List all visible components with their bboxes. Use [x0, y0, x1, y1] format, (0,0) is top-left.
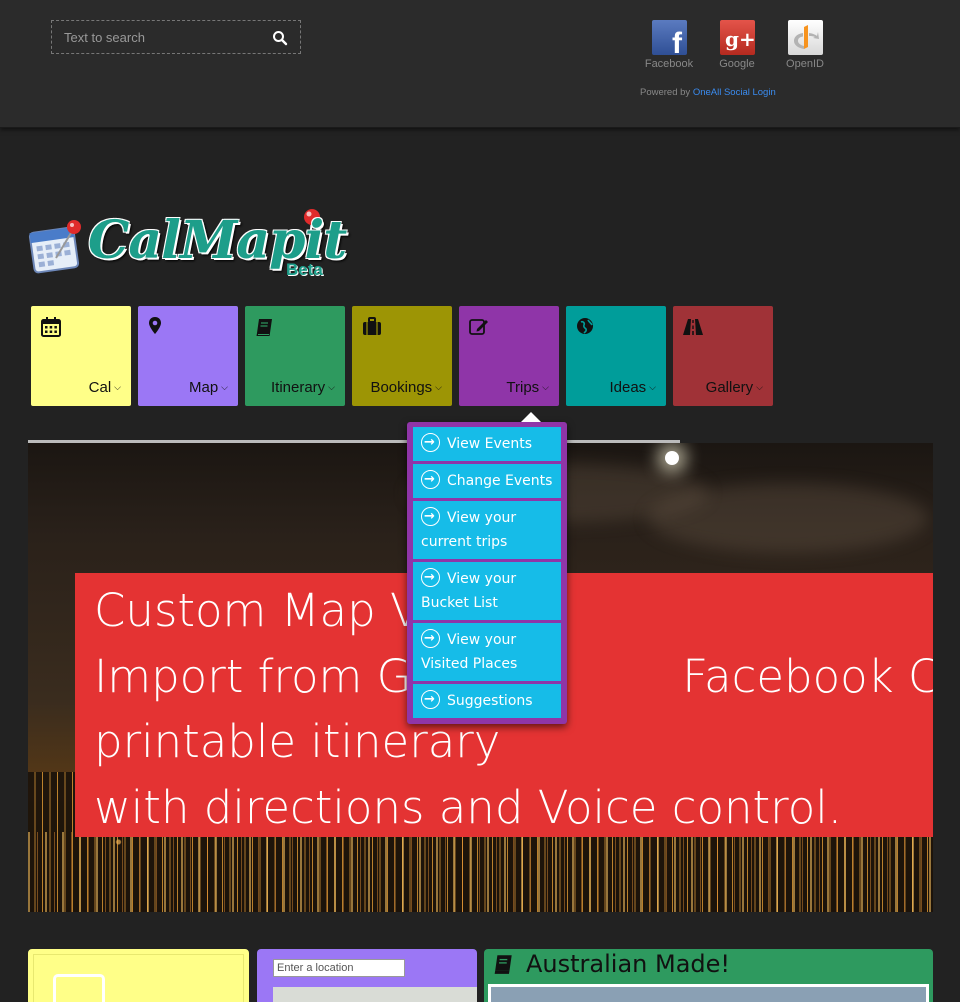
city-lights-image: [28, 832, 933, 912]
location-input[interactable]: Enter a location: [273, 959, 405, 977]
facebook-label: Facebook: [644, 58, 694, 70]
chevron-down-icon: ⌵: [435, 382, 442, 392]
book-icon: [494, 955, 512, 974]
hero-line-4: with directions and Voice control.: [94, 780, 843, 834]
menu-item-view-events[interactable]: View Events: [413, 427, 561, 461]
google-login-button[interactable]: g+ Google: [707, 20, 767, 70]
main-nav: Cal ⌵ Map ⌵ Itinerary ⌵ Bookings ⌵ Trips…: [31, 306, 773, 406]
powered-by-text: Powered by: [640, 87, 691, 98]
menu-item-visited-places[interactable]: View yourVisited Places: [413, 623, 561, 681]
chevron-down-icon: ⌵: [221, 382, 228, 392]
nav-label-bookings: Bookings ⌵: [370, 379, 442, 396]
menu-item-bucket-list[interactable]: View yourBucket List: [413, 562, 561, 620]
beta-badge: Beta: [286, 260, 323, 279]
chevron-down-icon: ⌵: [756, 382, 763, 392]
site-logo[interactable]: CalMapit Beta: [28, 209, 358, 285]
google-plus-icon: g+: [719, 20, 755, 55]
search-icon[interactable]: [272, 30, 288, 46]
search-box: [51, 20, 301, 54]
map-card: Enter a location: [257, 949, 477, 1002]
suitcase-icon: [363, 317, 381, 335]
calendar-card[interactable]: [28, 949, 249, 1002]
nav-label-trips: Trips ⌵: [506, 379, 549, 396]
arrow-circle-right-icon: [421, 505, 440, 529]
chevron-down-icon: ⌵: [114, 382, 121, 392]
openid-label: OpenID: [786, 58, 824, 70]
nav-tile-itinerary[interactable]: Itinerary ⌵: [245, 306, 345, 406]
search-input[interactable]: [64, 29, 264, 45]
book-icon: [256, 319, 272, 336]
nav-tile-trips[interactable]: Trips ⌵: [459, 306, 559, 406]
edit-icon: [469, 319, 488, 335]
openid-icon: [787, 20, 823, 55]
arrow-circle-right-icon: [421, 468, 440, 492]
menu-item-change-events[interactable]: Change Events: [413, 464, 561, 498]
chevron-down-icon: ⌵: [328, 382, 335, 392]
nav-label-gallery: Gallery ⌵: [705, 379, 763, 396]
card-title: Australian Made!: [492, 950, 730, 978]
card-image: [488, 984, 929, 1002]
arrow-circle-right-icon: [421, 688, 440, 712]
map-preview[interactable]: [273, 987, 477, 1002]
card-title-text: Australian Made!: [526, 950, 731, 978]
arrow-circle-right-icon: [421, 566, 440, 590]
svg-text:g+: g+: [725, 27, 755, 51]
openid-login-button[interactable]: OpenID: [775, 20, 835, 70]
trips-dropdown-menu: View Events Change Events View yourcurre…: [407, 412, 567, 724]
calendar-icon: [41, 317, 61, 337]
road-icon: [683, 319, 703, 335]
dropdown-arrow: [521, 412, 541, 422]
chevron-down-icon: ⌵: [542, 382, 549, 392]
nav-label-cal: Cal ⌵: [88, 379, 121, 396]
globe-icon: [577, 318, 593, 334]
map-marker-icon: [149, 317, 161, 334]
arrow-circle-right-icon: [421, 431, 440, 455]
australian-made-card: Australian Made!: [484, 949, 933, 1002]
facebook-icon: f: [651, 20, 687, 55]
chevron-down-icon: ⌵: [649, 382, 656, 392]
calendar-pin-logo-icon: [28, 220, 81, 274]
arrow-circle-right-icon: [421, 627, 440, 651]
menu-item-current-trips[interactable]: View yourcurrent trips: [413, 501, 561, 559]
nav-tile-cal[interactable]: Cal ⌵: [31, 306, 131, 406]
nav-label-map: Map ⌵: [188, 379, 228, 396]
calendar-icon: [53, 974, 105, 1002]
powered-by: Powered by OneAll Social Login: [640, 87, 776, 98]
facebook-login-button[interactable]: f Facebook: [639, 20, 699, 70]
nav-tile-gallery[interactable]: Gallery ⌵: [673, 306, 773, 406]
nav-tile-map[interactable]: Map ⌵: [138, 306, 238, 406]
nav-tile-ideas[interactable]: Ideas ⌵: [566, 306, 666, 406]
svg-text:f: f: [672, 27, 683, 55]
nav-label-itinerary: Itinerary ⌵: [270, 379, 335, 396]
nav-tile-bookings[interactable]: Bookings ⌵: [352, 306, 452, 406]
oneall-link[interactable]: OneAll Social Login: [693, 87, 776, 98]
nav-label-ideas: Ideas ⌵: [609, 379, 656, 396]
menu-item-suggestions[interactable]: Suggestions: [413, 684, 561, 718]
moon-image: [665, 451, 679, 465]
google-label: Google: [719, 58, 755, 70]
top-bar: f Facebook g+ Google OpenID Powered by O…: [0, 0, 960, 128]
